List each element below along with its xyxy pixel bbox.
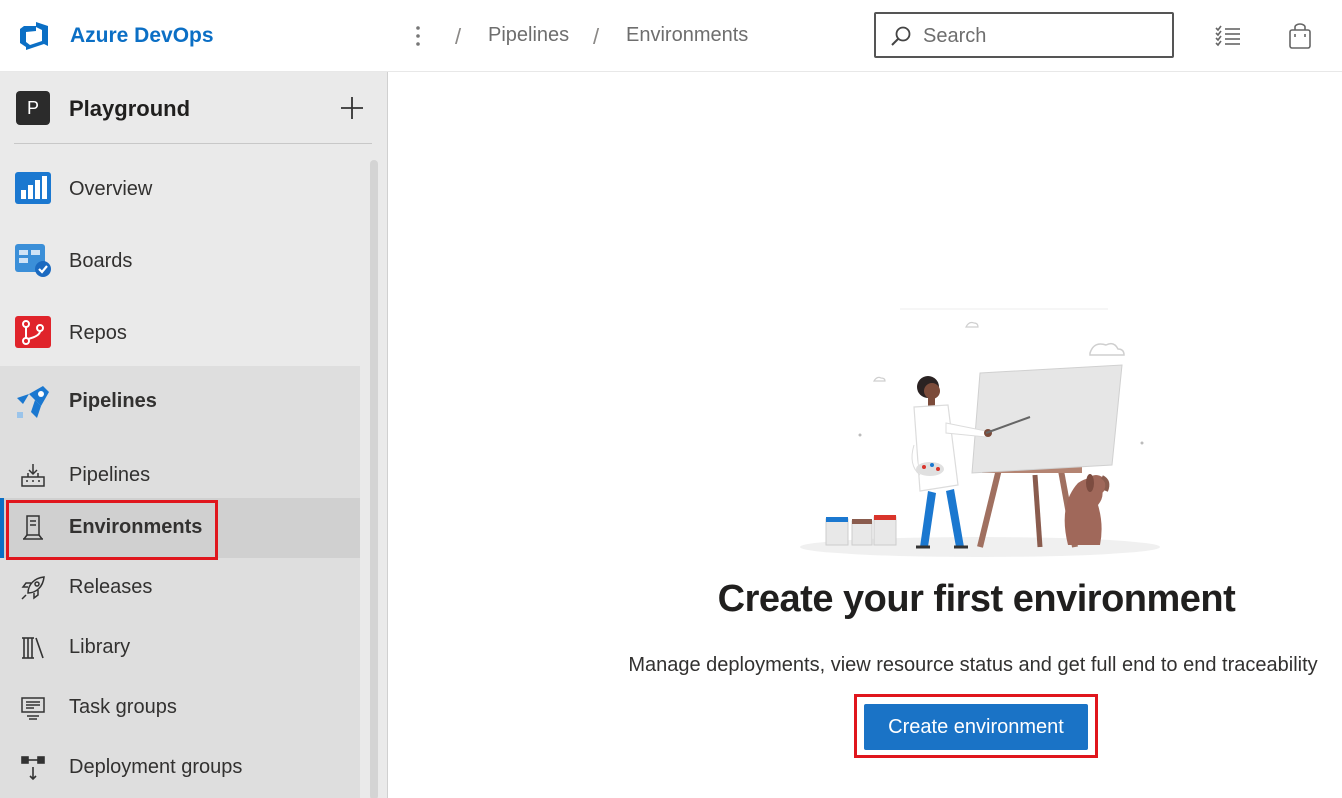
search-box[interactable]: Search bbox=[874, 12, 1174, 58]
sidebar-subitem-pipelines[interactable]: Pipelines bbox=[0, 446, 360, 506]
search-placeholder: Search bbox=[923, 25, 987, 47]
sidebar-subitem-task-groups[interactable]: Task groups bbox=[0, 678, 360, 738]
sidebar-item-label: Pipelines bbox=[69, 390, 157, 412]
sidebar-subitem-releases[interactable]: Releases bbox=[0, 558, 360, 618]
sidebar-subitem-deployment-groups[interactable]: Deployment groups bbox=[0, 738, 360, 798]
breadcrumb-environments[interactable]: Environments bbox=[626, 24, 748, 47]
project-header[interactable]: P Playground bbox=[0, 72, 388, 144]
sidebar-item-repos[interactable]: Repos bbox=[0, 300, 360, 364]
empty-state-description: Manage deployments, view resource status… bbox=[628, 654, 1318, 676]
sidebar-item-label: Releases bbox=[69, 576, 153, 598]
azure-devops-logo-icon[interactable] bbox=[18, 20, 50, 52]
pipelines-group: Pipelines Pipelines Environments Release… bbox=[0, 366, 360, 798]
shopping-bag-icon[interactable] bbox=[1286, 22, 1314, 50]
more-vertical-icon[interactable] bbox=[408, 20, 428, 52]
pipelines-sub-icon bbox=[21, 464, 45, 487]
overview-icon bbox=[15, 172, 51, 204]
pipelines-icon bbox=[17, 386, 49, 418]
sidebar-item-label: Task groups bbox=[69, 696, 177, 718]
sidebar-item-pipelines[interactable]: Pipelines bbox=[0, 366, 360, 432]
sidebar-item-label: Repos bbox=[69, 322, 127, 344]
add-icon[interactable] bbox=[339, 95, 365, 121]
sidebar-subitem-library[interactable]: Library bbox=[0, 618, 360, 678]
project-avatar: P bbox=[16, 91, 50, 125]
task-groups-icon bbox=[21, 697, 45, 720]
empty-state-title: Create your first environment bbox=[717, 578, 1236, 620]
project-name[interactable]: Playground bbox=[69, 96, 190, 122]
top-bar: Azure DevOps / Pipelines / Environments … bbox=[0, 0, 1342, 72]
deployment-groups-icon bbox=[21, 756, 45, 781]
sidebar-item-label: Pipelines bbox=[69, 464, 151, 486]
sidebar-item-label: Overview bbox=[69, 178, 153, 200]
divider bbox=[14, 143, 372, 144]
sidebar: P Playground Overview Boards Repos Pipel… bbox=[0, 72, 388, 798]
sidebar-item-boards[interactable]: Boards bbox=[0, 228, 360, 292]
breadcrumb-separator: / bbox=[593, 24, 600, 49]
breadcrumb-separator: / bbox=[455, 24, 462, 49]
breadcrumb-pipelines[interactable]: Pipelines bbox=[488, 24, 569, 47]
create-environment-button[interactable]: Create environment bbox=[864, 704, 1088, 750]
highlight-box bbox=[6, 500, 218, 560]
rocket-icon bbox=[21, 576, 45, 600]
boards-icon bbox=[15, 244, 51, 277]
sidebar-item-label: Boards bbox=[69, 250, 133, 272]
repos-icon bbox=[15, 316, 51, 348]
app-title[interactable]: Azure DevOps bbox=[70, 24, 214, 48]
sidebar-item-label: Deployment groups bbox=[69, 756, 243, 778]
task-list-icon[interactable] bbox=[1214, 22, 1242, 50]
selected-indicator bbox=[0, 498, 4, 558]
painter-illustration bbox=[800, 308, 1160, 557]
search-icon bbox=[891, 26, 911, 46]
scrollbar[interactable] bbox=[370, 160, 378, 798]
sidebar-item-overview[interactable]: Overview bbox=[0, 156, 360, 220]
sidebar-item-label: Library bbox=[69, 636, 131, 658]
library-icon bbox=[22, 637, 44, 659]
